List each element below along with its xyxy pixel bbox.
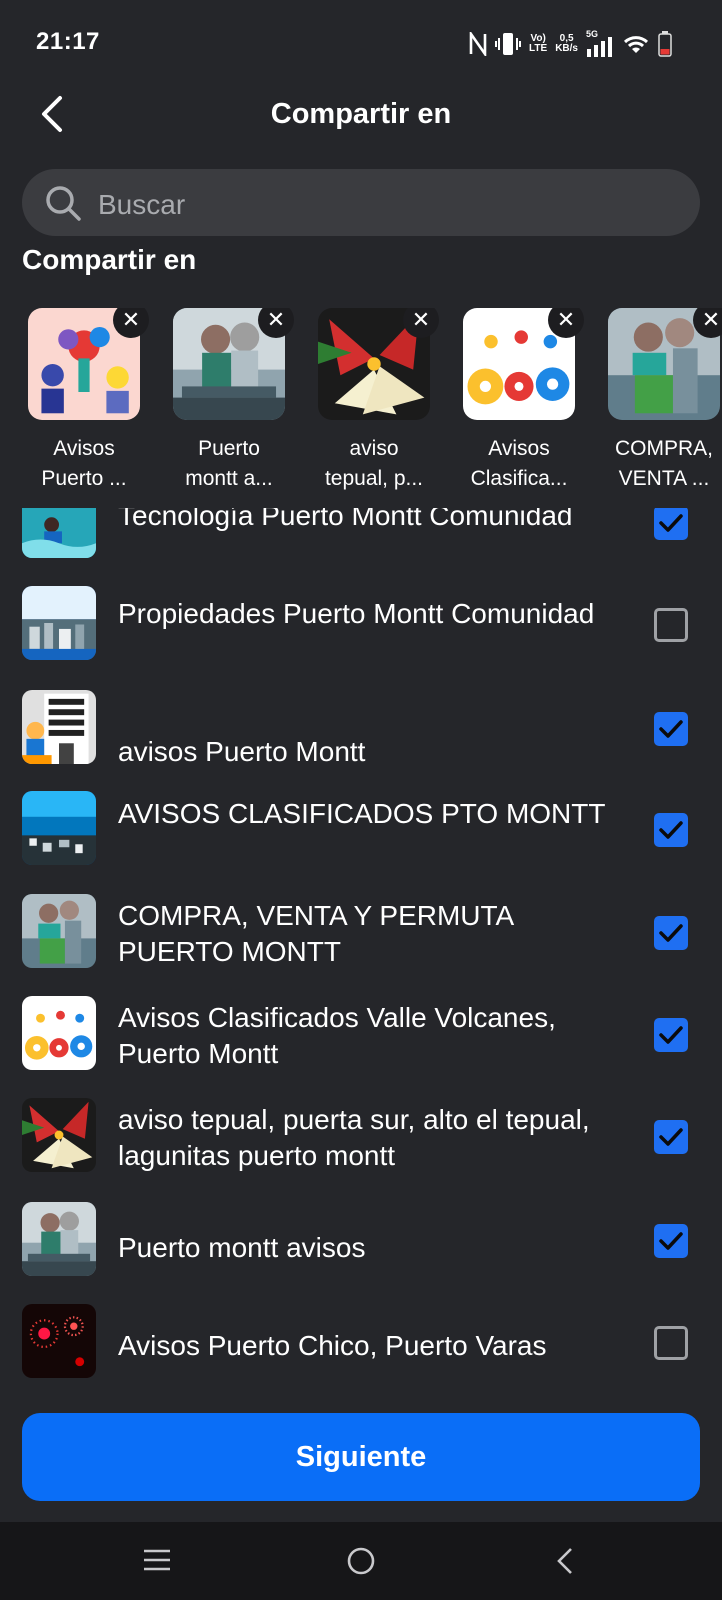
group-checkbox[interactable]: [654, 813, 688, 847]
remove-icon[interactable]: ✕: [403, 308, 439, 338]
group-name: Avisos Clasificados Valle Volcanes, Puer…: [118, 1002, 556, 1069]
status-icons: Vo) LTE 0,5 KB/s 5G: [469, 29, 672, 58]
remove-icon[interactable]: ✕: [548, 308, 584, 338]
group-name: aviso tepual, puerta sur, alto el tepual…: [118, 1104, 590, 1171]
home-icon[interactable]: [346, 1546, 376, 1576]
selected-group-label-line2: Puerto ...: [41, 467, 127, 490]
menu-icon[interactable]: [142, 1548, 172, 1572]
group-thumbnail: [22, 894, 96, 968]
group-thumbnail: [22, 1304, 96, 1378]
back-icon[interactable]: [554, 1546, 576, 1576]
search-input[interactable]: [96, 186, 660, 224]
selected-group-label-line2: Clasifica...: [470, 467, 568, 490]
group-name: Tecnología Puerto Montt Comunidad: [118, 508, 573, 531]
selected-group-label-line1: Puerto: [198, 437, 260, 460]
group-list-item[interactable]: AVISOS CLASIFICADOS PTO MONTT: [0, 777, 722, 881]
checkmark-icon: [659, 1026, 683, 1044]
group-list-item[interactable]: Propiedades Puerto Montt Comunidad: [0, 572, 722, 676]
navigation-bar: [0, 1522, 722, 1600]
remove-icon[interactable]: ✕: [113, 308, 149, 338]
checkmark-icon: [659, 924, 683, 942]
checkmark-icon: [659, 821, 683, 839]
group-checkbox[interactable]: [654, 916, 688, 950]
speed-unit: KB/s: [555, 43, 578, 54]
signal-icon: 5G: [586, 29, 614, 57]
group-checkbox[interactable]: [654, 712, 688, 746]
checkmark-icon: [659, 1128, 683, 1146]
group-thumbnail: [22, 1202, 96, 1276]
status-time: 21:17: [36, 28, 100, 55]
battery-icon: [658, 31, 672, 57]
group-list-item[interactable]: Tecnología Puerto Montt Comunidad: [0, 508, 722, 574]
group-checkbox[interactable]: [654, 1120, 688, 1154]
selected-section-title: Compartir en: [22, 244, 197, 275]
group-thumbnail: [22, 1098, 96, 1172]
selected-group-label: Avisos Clasifica...: [453, 434, 585, 494]
selected-group-label: Avisos Puerto ...: [18, 434, 150, 494]
selected-groups-row[interactable]: ✕ Avisos Puerto ... ✕ Puerto montt a... ✕ aviso…: [0, 308, 722, 498]
group-thumbnail: [22, 508, 96, 558]
group-name: COMPRA, VENTA Y PERMUTA PUERTO MONTT: [118, 900, 513, 967]
group-thumbnail: [22, 690, 96, 764]
search-icon: [46, 186, 81, 221]
speed-indicator: 0,5 KB/s: [555, 34, 578, 54]
selected-group-label: Puerto montt a...: [163, 434, 295, 494]
selected-group-label-line1: Avisos: [53, 437, 115, 460]
group-thumbnail: [22, 791, 96, 865]
nfc-icon: [469, 32, 487, 56]
group-checkbox[interactable]: [654, 1224, 688, 1258]
selected-group-label-line2: tepual, p...: [324, 467, 424, 490]
checkmark-icon: [659, 720, 683, 738]
status-bar: 21:17 Vo) LTE 0,5 KB/s 5G: [0, 0, 722, 86]
group-name: Puerto montt avisos: [118, 1232, 366, 1263]
volte-icon: Vo) LTE: [529, 34, 547, 54]
next-button[interactable]: Siguiente: [22, 1413, 700, 1501]
checkmark-icon: [659, 1232, 683, 1250]
wifi-icon: [623, 36, 649, 53]
checkmark-icon: [659, 514, 683, 532]
page-title: Compartir en: [270, 98, 452, 130]
selected-group-label: COMPRA, VENTA ...: [598, 434, 722, 494]
group-name: Propiedades Puerto Montt Comunidad: [118, 598, 595, 629]
group-name: avisos Puerto Montt: [118, 736, 366, 767]
selected-group-label-line2: VENTA ...: [618, 467, 710, 490]
group-list[interactable]: Tecnología Puerto Montt Comunidad Propied…: [0, 508, 722, 1390]
group-checkbox[interactable]: [654, 1018, 688, 1052]
group-thumbnail: [22, 586, 96, 660]
group-list-item[interactable]: COMPRA, VENTA Y PERMUTA PUERTO MONTT: [0, 880, 722, 984]
group-list-item[interactable]: avisos Puerto Montt: [0, 676, 722, 780]
group-list-item[interactable]: Avisos Clasificados Valle Volcanes, Puer…: [0, 982, 722, 1086]
group-checkbox[interactable]: [654, 1326, 688, 1360]
selected-group-label-line1: Avisos: [488, 437, 550, 460]
selected-group-label-line1: COMPRA,: [614, 437, 713, 460]
selected-group-label-line1: aviso: [349, 437, 399, 460]
group-checkbox[interactable]: [654, 608, 688, 642]
group-name: AVISOS CLASIFICADOS PTO MONTT: [118, 798, 606, 829]
volte-bottom-text: LTE: [529, 43, 548, 54]
remove-icon[interactable]: ✕: [258, 308, 294, 338]
group-thumbnail: [22, 996, 96, 1070]
group-checkbox[interactable]: [654, 508, 688, 540]
group-name: Avisos Puerto Chico, Puerto Varas: [118, 1330, 547, 1361]
group-list-item[interactable]: aviso tepual, puerta sur, alto el tepual…: [0, 1084, 722, 1188]
group-list-item[interactable]: Puerto montt avisos: [0, 1188, 722, 1292]
group-list-item[interactable]: Avisos Puerto Chico, Puerto Varas: [0, 1290, 722, 1390]
selected-group-label-line2: montt a...: [185, 467, 273, 490]
selected-group-label: aviso tepual, p...: [308, 434, 440, 494]
vibrate-icon: [495, 33, 522, 55]
